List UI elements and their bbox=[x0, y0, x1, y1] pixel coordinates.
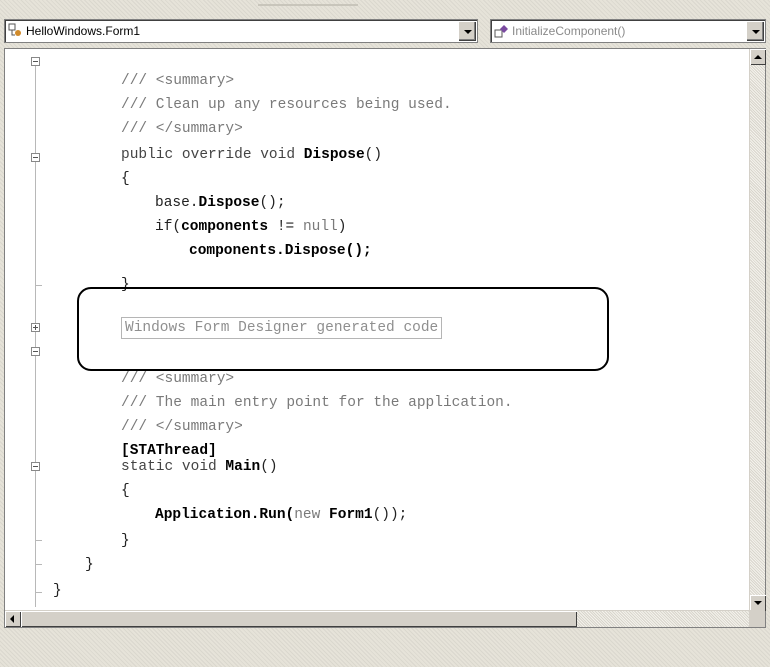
collapse-icon[interactable] bbox=[31, 57, 40, 66]
code-line: { bbox=[121, 171, 130, 187]
method-icon bbox=[494, 23, 510, 39]
chevron-down-icon[interactable] bbox=[458, 21, 476, 41]
outline-end-tick bbox=[35, 564, 42, 565]
outline-guide bbox=[35, 57, 36, 607]
navigation-bar: HelloWindows.Form1 InitializeComponent() bbox=[0, 0, 770, 48]
code-line: /// <summary> bbox=[121, 371, 235, 387]
code-line: public override void Dispose() bbox=[121, 147, 383, 163]
code-line: /// The main entry point for the applica… bbox=[121, 395, 513, 411]
class-selector-dropdown[interactable]: HelloWindows.Form1 bbox=[4, 19, 478, 43]
scrollbar-corner bbox=[749, 610, 765, 627]
collapse-icon[interactable] bbox=[31, 347, 40, 356]
collapse-icon[interactable] bbox=[31, 153, 40, 162]
member-selector-value: InitializeComponent() bbox=[512, 24, 626, 38]
code-line: /// <summary> bbox=[121, 73, 235, 89]
code-line: if(components != null) bbox=[155, 219, 347, 235]
code-line: } bbox=[121, 533, 130, 549]
scroll-left-icon[interactable] bbox=[5, 611, 21, 627]
outline-end-tick bbox=[35, 285, 42, 286]
member-selector-dropdown[interactable]: InitializeComponent() bbox=[490, 19, 766, 43]
scroll-up-icon[interactable] bbox=[750, 49, 766, 65]
expand-icon[interactable] bbox=[31, 323, 40, 332]
code-line: { bbox=[121, 483, 130, 499]
code-line: /// </summary> bbox=[121, 121, 243, 137]
vertical-scrollbar[interactable] bbox=[749, 49, 766, 611]
code-line: base.Dispose(); bbox=[155, 195, 286, 211]
outline-end-tick bbox=[35, 540, 42, 541]
code-line: components.Dispose(); bbox=[189, 243, 372, 259]
code-line: /// </summary> bbox=[121, 419, 243, 435]
chevron-down-icon[interactable] bbox=[746, 21, 764, 41]
code-line: static void Main() bbox=[121, 459, 278, 475]
collapse-icon[interactable] bbox=[31, 462, 40, 471]
outline-end-tick bbox=[35, 592, 42, 593]
class-icon bbox=[8, 23, 24, 39]
highlight-callout bbox=[77, 287, 609, 371]
code-line: } bbox=[85, 557, 94, 573]
scroll-down-icon[interactable] bbox=[750, 595, 766, 611]
class-selector-value: HelloWindows.Form1 bbox=[26, 24, 141, 38]
horizontal-scrollbar[interactable] bbox=[5, 610, 765, 627]
code-editor[interactable]: /// <summary> /// Clean up any resources… bbox=[4, 48, 766, 628]
code-line: } bbox=[53, 583, 62, 599]
title-separator bbox=[258, 4, 358, 6]
horizontal-scroll-thumb[interactable] bbox=[21, 611, 577, 627]
code-line: Application.Run(new Form1()); bbox=[155, 507, 408, 523]
code-line: /// Clean up any resources being used. bbox=[121, 97, 452, 113]
